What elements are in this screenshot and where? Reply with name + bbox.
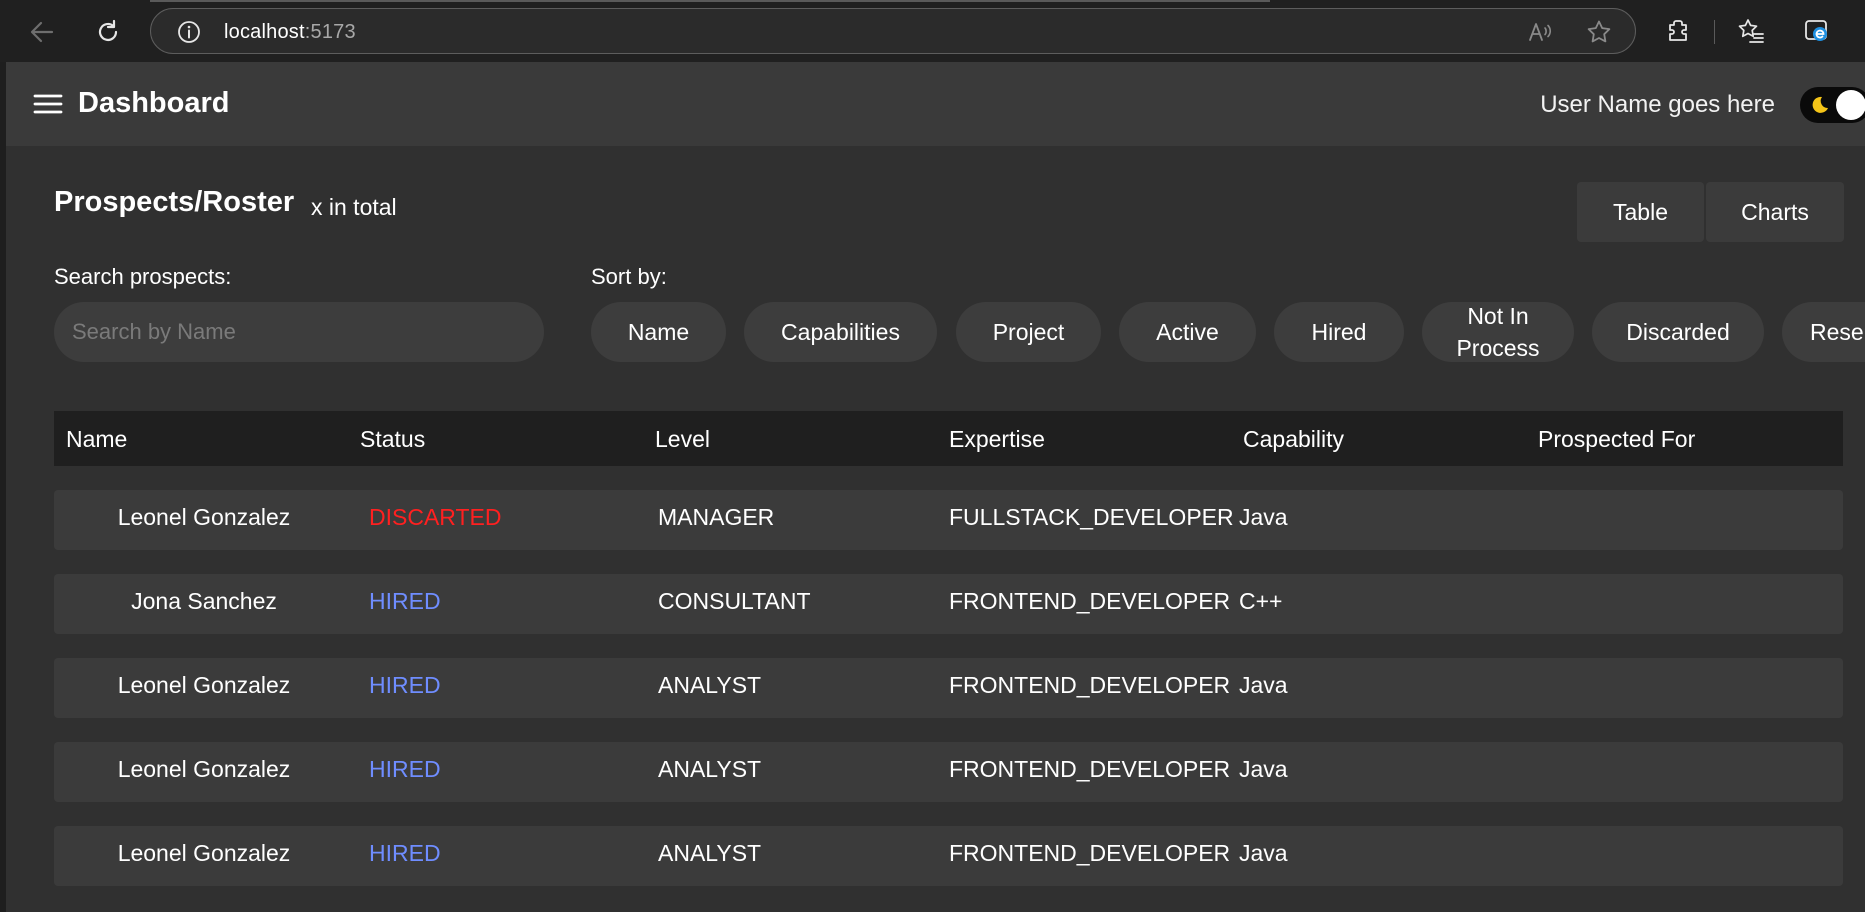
cell-status: HIRED (369, 672, 441, 698)
browser-toolbar: localhost:5173 (0, 0, 1865, 62)
column-header-level[interactable]: Level (655, 426, 710, 453)
address-bar[interactable]: localhost:5173 (150, 8, 1636, 54)
charts-view-button[interactable]: Charts (1706, 182, 1844, 242)
cell-status: HIRED (369, 840, 441, 866)
cell-status: DISCARTED (369, 504, 502, 530)
window-edge (0, 62, 6, 912)
cell-expertise: FULLSTACK_DEVELOPER (949, 504, 1234, 530)
edge-collections-button[interactable] (1800, 14, 1834, 48)
cell-name: Leonel Gonzalez (117, 672, 291, 698)
cell-name: Leonel Gonzalez (117, 504, 291, 530)
back-arrow-icon (30, 21, 54, 43)
column-header-capability[interactable]: Capability (1243, 426, 1344, 453)
table-header: Name Status Level Expertise Capability P… (54, 411, 1843, 466)
sort-discarded-button[interactable]: Discarded (1592, 302, 1764, 362)
moon-icon (1808, 94, 1830, 121)
sort-project-button[interactable]: Project (956, 302, 1101, 362)
edge-icon (1805, 20, 1827, 41)
puzzle-icon (1669, 20, 1687, 41)
site-info-icon[interactable] (177, 20, 201, 49)
cell-level: ANALYST (658, 756, 762, 782)
cell-name: Leonel Gonzalez (117, 840, 291, 866)
cell-expertise: FRONTEND_DEVELOPER (949, 672, 1231, 698)
extensions-button[interactable] (1662, 14, 1696, 48)
table-row[interactable]: Leonel Gonzalez HIRED ANALYST FRONTEND_D… (54, 658, 1843, 718)
sort-active-button[interactable]: Active (1119, 302, 1256, 362)
cell-level: MANAGER (658, 504, 775, 530)
toggle-knob (1836, 90, 1865, 120)
cell-name: Jona Sanchez (131, 588, 277, 614)
cell-capability: C++ (1239, 588, 1283, 614)
cell-status: HIRED (369, 588, 441, 614)
read-aloud-icon[interactable] (1527, 19, 1553, 45)
sort-chips: Name Capabilities Project Active Hired N… (591, 302, 1865, 364)
table-row[interactable]: Leonel Gonzalez DISCARTED MANAGER FULLST… (54, 490, 1843, 550)
cell-level: CONSULTANT (658, 588, 811, 614)
favorites-list-icon (1738, 19, 1764, 43)
cell-status: HIRED (369, 756, 441, 782)
sort-name-button[interactable]: Name (591, 302, 726, 362)
back-button[interactable] (24, 14, 60, 50)
table-view-button[interactable]: Table (1577, 182, 1704, 242)
table-row[interactable]: Jona Sanchez HIRED CONSULTANT FRONTEND_D… (54, 574, 1843, 634)
app-header: Dashboard User Name goes here (6, 62, 1865, 146)
total-count: x in total (311, 194, 397, 220)
favorite-star-icon[interactable] (1586, 19, 1612, 45)
sort-reset-button[interactable]: Rese (1782, 302, 1865, 362)
cell-capability: Java (1239, 756, 1288, 782)
cell-capability: Java (1239, 672, 1288, 698)
view-toggle: Table Charts (1577, 182, 1844, 242)
column-header-name[interactable]: Name (66, 426, 127, 453)
refresh-button[interactable] (90, 14, 126, 50)
sort-hired-button[interactable]: Hired (1274, 302, 1404, 362)
sort-label: Sort by: (591, 264, 667, 289)
app-title: Dashboard (78, 87, 230, 119)
cell-level: ANALYST (658, 672, 762, 698)
url-text: localhost:5173 (224, 21, 356, 43)
table-row[interactable]: Leonel Gonzalez HIRED ANALYST FRONTEND_D… (54, 826, 1843, 886)
toolbar-divider (1714, 20, 1715, 44)
cell-expertise: FRONTEND_DEVELOPER (949, 756, 1231, 782)
cell-name: Leonel Gonzalez (117, 756, 291, 782)
cell-expertise: FRONTEND_DEVELOPER (949, 840, 1231, 866)
table-row[interactable]: Leonel Gonzalez HIRED ANALYST FRONTEND_D… (54, 742, 1843, 802)
search-input[interactable] (54, 302, 544, 362)
favorites-button[interactable] (1734, 14, 1768, 48)
search-label: Search prospects: (54, 264, 232, 289)
hamburger-menu-button[interactable] (26, 86, 70, 122)
column-header-expertise[interactable]: Expertise (949, 426, 1045, 453)
user-name: User Name goes here (1540, 91, 1775, 118)
refresh-icon (98, 19, 118, 41)
page-title: Prospects/Roster (54, 186, 295, 218)
cell-capability: Java (1239, 840, 1288, 866)
hamburger-icon (33, 94, 63, 114)
cell-expertise: FRONTEND_DEVELOPER (949, 588, 1231, 614)
sort-capabilities-button[interactable]: Capabilities (744, 302, 937, 362)
cell-level: ANALYST (658, 840, 762, 866)
page-load-progress (150, 0, 1270, 2)
theme-toggle[interactable] (1800, 87, 1865, 123)
sort-not-in-process-button[interactable]: Not In Process (1422, 302, 1574, 362)
column-header-status[interactable]: Status (360, 426, 425, 453)
cell-capability: Java (1239, 504, 1288, 530)
column-header-prospected-for[interactable]: Prospected For (1538, 426, 1695, 453)
